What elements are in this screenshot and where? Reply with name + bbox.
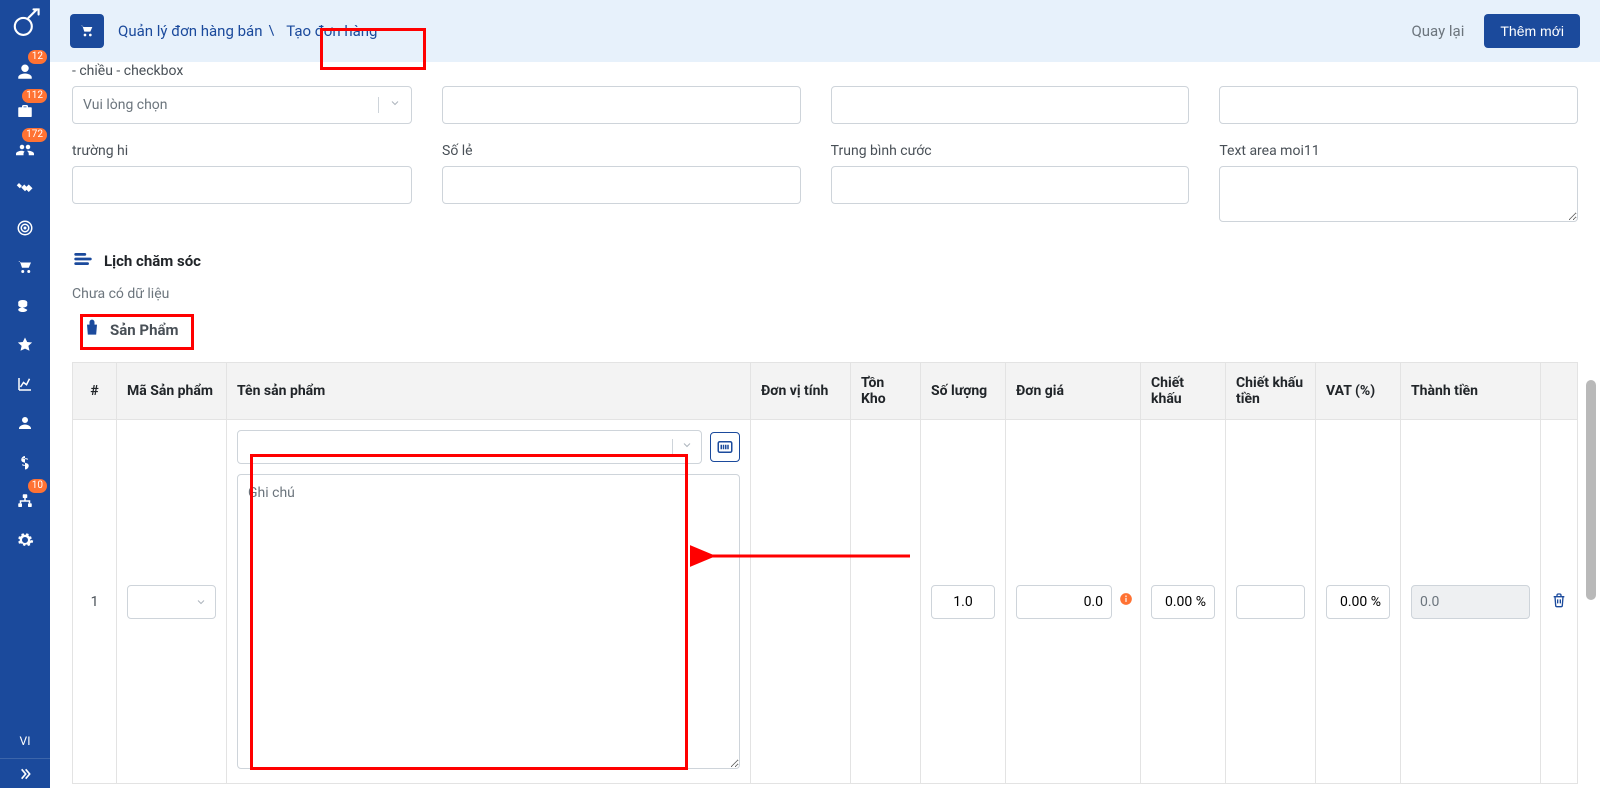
- sidebar: 12 112 172: [0, 0, 50, 788]
- cart-icon: [70, 14, 104, 48]
- info-icon: [1119, 594, 1133, 610]
- field-label-checkbox: - chiều - checkbox: [72, 62, 412, 80]
- col-price: Đơn giá: [1006, 363, 1141, 420]
- field-label-trungbinhcuoc: Trung bình cước: [831, 142, 1190, 160]
- sidebar-expand-button[interactable]: [0, 758, 50, 788]
- add-new-button[interactable]: Thêm mới: [1484, 14, 1580, 48]
- bag-icon: [82, 318, 102, 342]
- sidebar-item-target[interactable]: [0, 210, 50, 246]
- sidebar-language[interactable]: VI: [20, 724, 31, 758]
- field-sole[interactable]: [442, 166, 801, 204]
- col-name: Tên sản phẩm: [227, 363, 751, 420]
- cell-discount-amount-input[interactable]: [1236, 585, 1305, 619]
- col-vat: VAT (%): [1316, 363, 1401, 420]
- delete-row-button[interactable]: [1551, 592, 1567, 612]
- sidebar-item-settings[interactable]: [0, 522, 50, 558]
- field-label-truonghi: trường hi: [72, 142, 412, 160]
- cell-price-input[interactable]: [1016, 585, 1112, 619]
- field-label-sole: Số lẻ: [442, 142, 801, 160]
- field-trungbinhcuoc[interactable]: [831, 166, 1190, 204]
- care-schedule-header: Lịch chăm sóc: [72, 248, 1578, 274]
- sidebar-item-briefcase[interactable]: 112: [0, 93, 50, 129]
- sidebar-item-group[interactable]: 172: [0, 132, 50, 168]
- select-checkbox-dimension[interactable]: Vui lòng chọn: [72, 86, 412, 124]
- back-button[interactable]: Quay lại: [1411, 22, 1464, 40]
- chevron-down-icon: [378, 97, 401, 113]
- badge-group: 172: [22, 128, 47, 142]
- products-table: # Mã Sản phẩm Tên sản phẩm Đơn vị tính T…: [72, 362, 1578, 784]
- col-unit: Đơn vị tính: [751, 363, 851, 420]
- field-c[interactable]: [831, 86, 1190, 124]
- field-b[interactable]: [442, 86, 801, 124]
- sidebar-item-customers[interactable]: 12: [0, 54, 50, 90]
- col-stock: Tồn Kho: [851, 363, 921, 420]
- col-qty: Số lượng: [921, 363, 1006, 420]
- sidebar-item-handshake[interactable]: [0, 171, 50, 207]
- care-schedule-empty: Chưa có dữ liệu: [72, 286, 1578, 302]
- sidebar-item-star[interactable]: [0, 327, 50, 363]
- cell-unit: [751, 420, 851, 784]
- col-actions: [1541, 363, 1578, 420]
- field-label-textarea11: Text area moi11: [1219, 142, 1578, 160]
- cell-idx: 1: [73, 420, 117, 784]
- vertical-scrollbar[interactable]: [1584, 80, 1598, 778]
- badge-briefcase: 112: [22, 89, 47, 103]
- col-discount-amount: Chiết khấu tiền: [1226, 363, 1316, 420]
- cell-stock: [851, 420, 921, 784]
- col-code: Mã Sản phẩm: [117, 363, 227, 420]
- cell-name-select[interactable]: [237, 430, 702, 464]
- col-discount: Chiết khấu: [1141, 363, 1226, 420]
- cell-discount-input[interactable]: [1151, 585, 1215, 619]
- field-textarea11[interactable]: [1219, 166, 1578, 222]
- main: Quản lý đơn hàng bán \ Tạo đơn hàng Quay…: [50, 0, 1600, 788]
- cell-vat-input[interactable]: [1326, 585, 1390, 619]
- app-logo: [8, 6, 42, 40]
- badge-orgchart: 10: [28, 479, 47, 493]
- cell-qty-input[interactable]: [931, 585, 995, 619]
- chevron-down-icon: [672, 439, 693, 455]
- cell-notes-textarea[interactable]: [237, 474, 740, 769]
- cell-total: [1411, 585, 1530, 619]
- col-total: Thành tiền: [1401, 363, 1541, 420]
- sidebar-item-manager[interactable]: [0, 405, 50, 441]
- list-icon: [72, 248, 94, 274]
- barcode-scan-button[interactable]: [710, 432, 740, 462]
- sidebar-item-orgchart[interactable]: 10: [0, 483, 50, 519]
- col-idx: #: [73, 363, 117, 420]
- products-title: Sản Phẩm: [110, 321, 179, 339]
- breadcrumb-parent[interactable]: Quản lý đơn hàng bán: [118, 22, 262, 40]
- field-d[interactable]: [1219, 86, 1578, 124]
- page-header: Quản lý đơn hàng bán \ Tạo đơn hàng Quay…: [50, 0, 1600, 62]
- breadcrumb-current[interactable]: Tạo đơn hàng: [280, 18, 383, 44]
- sidebar-item-cart[interactable]: [0, 249, 50, 285]
- care-schedule-title: Lịch chăm sóc: [104, 252, 201, 270]
- products-section-header: Sản Phẩm: [72, 312, 189, 348]
- field-truonghi[interactable]: [72, 166, 412, 204]
- sidebar-item-dollar[interactable]: [0, 444, 50, 480]
- cell-code-select[interactable]: [127, 585, 216, 619]
- sidebar-item-chart[interactable]: [0, 366, 50, 402]
- table-row: 1: [73, 420, 1578, 784]
- badge-customers: 12: [28, 50, 47, 64]
- sidebar-item-coins[interactable]: [0, 288, 50, 324]
- breadcrumb-separator: \: [268, 23, 274, 39]
- content-area: - chiều - checkbox Vui lòng chọn trường …: [50, 62, 1600, 788]
